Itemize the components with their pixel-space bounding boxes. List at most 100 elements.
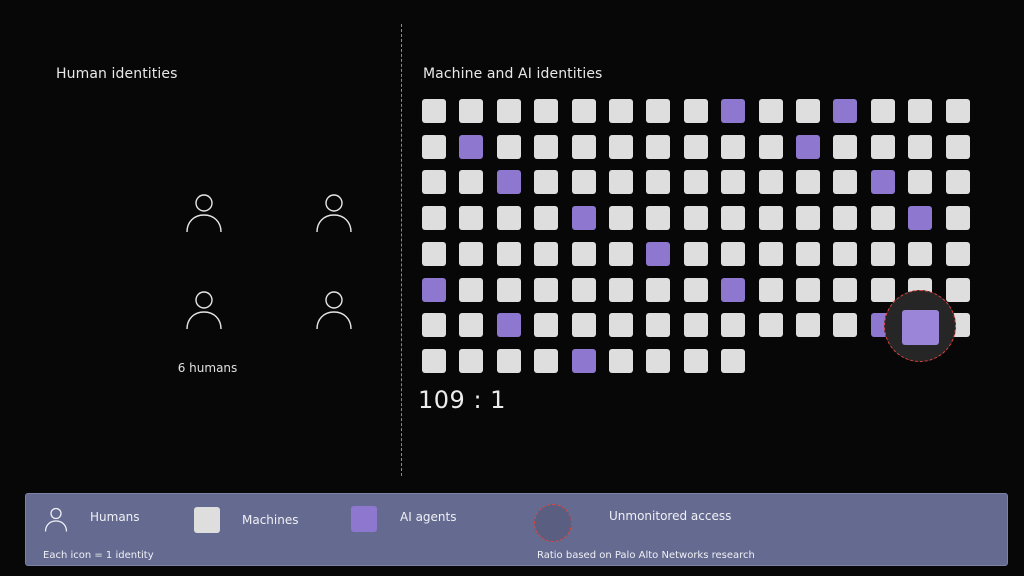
machine-square bbox=[684, 135, 708, 159]
machine-square bbox=[721, 313, 745, 337]
machine-square bbox=[759, 170, 783, 194]
ai-agent-square bbox=[497, 170, 521, 194]
machine-identities-heading: Machine and AI identities bbox=[423, 66, 603, 82]
machine-square bbox=[459, 313, 483, 337]
ai-agent-square bbox=[497, 313, 521, 337]
machine-square bbox=[534, 99, 558, 123]
machine-square bbox=[833, 135, 857, 159]
machine-square bbox=[572, 278, 596, 302]
machine-square bbox=[946, 206, 970, 230]
person-icon bbox=[185, 288, 223, 330]
machine-square bbox=[422, 99, 446, 123]
person-icon bbox=[315, 191, 353, 233]
machine-square bbox=[572, 99, 596, 123]
machine-square bbox=[759, 242, 783, 266]
machine-square bbox=[497, 99, 521, 123]
machine-square bbox=[609, 135, 633, 159]
machine-square bbox=[497, 206, 521, 230]
machine-square bbox=[646, 135, 670, 159]
machine-square bbox=[871, 99, 895, 123]
machine-square bbox=[908, 170, 932, 194]
machine-square bbox=[796, 99, 820, 123]
machine-square bbox=[684, 99, 708, 123]
unmonitored-ai-agent bbox=[902, 310, 939, 345]
machine-square bbox=[609, 206, 633, 230]
machine-square bbox=[459, 206, 483, 230]
human-count-label: 6 humans bbox=[177, 361, 238, 375]
ai-agent-square bbox=[908, 206, 932, 230]
machine-square bbox=[609, 313, 633, 337]
machine-square bbox=[459, 278, 483, 302]
legend-dashed-circle-icon bbox=[534, 504, 572, 542]
machine-square bbox=[422, 313, 446, 337]
machine-square bbox=[422, 349, 446, 373]
machine-square bbox=[721, 242, 745, 266]
legend-machines-label: Machines bbox=[242, 513, 299, 527]
legend-unmonitored-label: Unmonitored access bbox=[609, 509, 732, 523]
machine-square bbox=[572, 242, 596, 266]
machine-square bbox=[833, 313, 857, 337]
machine-square bbox=[572, 170, 596, 194]
machine-square bbox=[459, 242, 483, 266]
machine-square bbox=[871, 278, 895, 302]
machine-square bbox=[609, 242, 633, 266]
machine-square bbox=[759, 135, 783, 159]
machine-square bbox=[759, 278, 783, 302]
machine-square bbox=[646, 349, 670, 373]
machine-square bbox=[422, 170, 446, 194]
machine-square bbox=[534, 206, 558, 230]
machine-square bbox=[871, 135, 895, 159]
machine-square bbox=[609, 170, 633, 194]
machine-square bbox=[534, 278, 558, 302]
machine-square bbox=[497, 349, 521, 373]
legend-identity-note: Each icon = 1 identity bbox=[43, 550, 154, 561]
legend-ai-agent-swatch-icon bbox=[351, 506, 377, 532]
machine-square bbox=[833, 206, 857, 230]
machine-square bbox=[684, 206, 708, 230]
machine-square bbox=[946, 135, 970, 159]
machine-square bbox=[684, 278, 708, 302]
machine-square bbox=[721, 206, 745, 230]
machine-square bbox=[684, 313, 708, 337]
section-divider bbox=[401, 24, 402, 476]
machine-square bbox=[646, 170, 670, 194]
machine-square bbox=[684, 349, 708, 373]
ai-agent-square bbox=[721, 99, 745, 123]
machine-square bbox=[684, 170, 708, 194]
machine-square bbox=[796, 313, 820, 337]
ai-agent-square bbox=[646, 242, 670, 266]
machine-square bbox=[609, 278, 633, 302]
machine-square bbox=[871, 206, 895, 230]
machine-square bbox=[609, 99, 633, 123]
machine-square bbox=[459, 349, 483, 373]
legend-machine-swatch-icon bbox=[194, 507, 220, 533]
machine-square bbox=[684, 242, 708, 266]
machine-square bbox=[459, 170, 483, 194]
machine-square bbox=[759, 99, 783, 123]
machine-square bbox=[646, 278, 670, 302]
machine-square bbox=[497, 242, 521, 266]
machine-square bbox=[646, 99, 670, 123]
person-icon bbox=[185, 191, 223, 233]
ai-agent-square bbox=[422, 278, 446, 302]
machine-square bbox=[796, 170, 820, 194]
human-identities-heading: Human identities bbox=[56, 66, 178, 82]
machine-square bbox=[796, 242, 820, 266]
machine-square bbox=[833, 278, 857, 302]
machine-square bbox=[946, 242, 970, 266]
machine-square bbox=[908, 242, 932, 266]
machine-square bbox=[833, 170, 857, 194]
machine-square bbox=[497, 135, 521, 159]
machine-square bbox=[946, 278, 970, 302]
machine-square bbox=[759, 313, 783, 337]
machine-square bbox=[459, 99, 483, 123]
ai-agent-square bbox=[833, 99, 857, 123]
machine-square bbox=[497, 278, 521, 302]
machine-square bbox=[721, 170, 745, 194]
machine-square bbox=[422, 242, 446, 266]
legend-person-icon bbox=[44, 506, 68, 532]
ai-agent-square bbox=[572, 349, 596, 373]
legend-source-note: Ratio based on Palo Alto Networks resear… bbox=[537, 550, 755, 561]
machine-square bbox=[609, 349, 633, 373]
machine-square bbox=[946, 170, 970, 194]
